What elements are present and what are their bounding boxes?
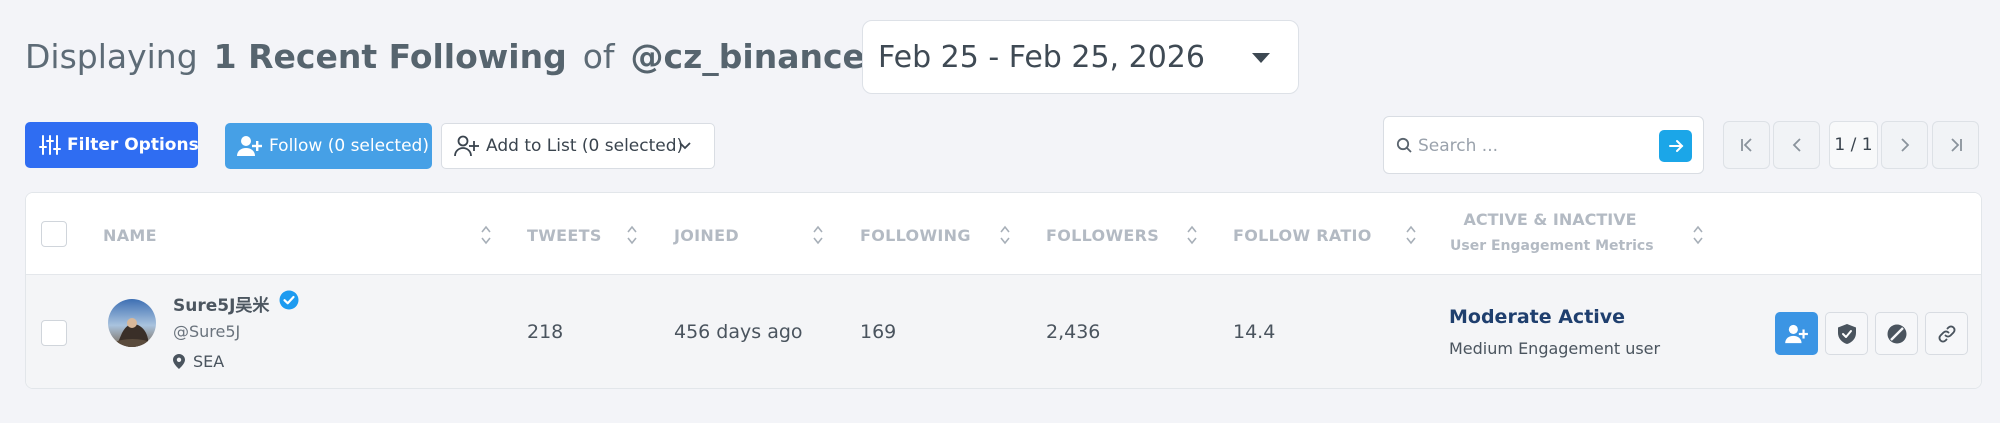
column-header-followers[interactable]: FOLLOWERS xyxy=(1046,226,1159,245)
follow-ratio-value: 14.4 xyxy=(1233,321,1276,343)
sort-icon[interactable] xyxy=(1186,224,1198,246)
first-page-icon xyxy=(1740,138,1752,152)
tweets-count: 218 xyxy=(527,321,564,343)
row-whitelist-button[interactable] xyxy=(1825,312,1868,355)
filter-options-label: Filter Options xyxy=(67,135,199,155)
row-follow-button[interactable] xyxy=(1775,312,1818,355)
first-page-button[interactable] xyxy=(1723,121,1770,169)
column-header-follow-ratio[interactable]: FOLLOW RATIO xyxy=(1233,226,1372,245)
arrow-right-icon xyxy=(1668,140,1683,152)
sliders-icon xyxy=(39,135,61,155)
column-header-name[interactable]: NAME xyxy=(103,226,157,245)
date-range-select[interactable]: Feb 25 - Feb 25, 2026 xyxy=(862,20,1299,94)
row-link-button[interactable] xyxy=(1925,312,1968,355)
search-input[interactable] xyxy=(1418,133,1648,159)
table-row: Sure5J吴米 @Sure5J SEA 218 456 days ago 16… xyxy=(26,275,1981,388)
user-location: SEA xyxy=(173,352,224,371)
headline-of: of xyxy=(582,36,615,76)
last-page-icon xyxy=(1950,138,1962,152)
page-indicator: 1 / 1 xyxy=(1829,121,1878,169)
page-headline: Displaying 1 Recent Following of @cz_bin… xyxy=(25,34,914,78)
filter-options-button[interactable]: Filter Options xyxy=(25,122,199,168)
caret-down-icon xyxy=(1252,53,1270,63)
last-page-button[interactable] xyxy=(1932,121,1979,169)
sort-icon[interactable] xyxy=(812,224,824,246)
account-handle: @cz_binance xyxy=(630,36,865,76)
date-range-value: Feb 25 - Feb 25, 2026 xyxy=(878,39,1205,75)
shield-check-icon xyxy=(1837,323,1856,344)
chevron-down-icon xyxy=(679,142,691,150)
follow-selected-label: Follow (0 selected) xyxy=(269,136,429,156)
sort-icon[interactable] xyxy=(626,224,638,246)
location-pin-icon xyxy=(173,354,185,369)
row-block-button[interactable] xyxy=(1875,312,1918,355)
activity-detail: Medium Engagement user xyxy=(1449,339,1661,358)
chevron-right-icon xyxy=(1900,138,1909,152)
following-count: 1 Recent Following xyxy=(213,36,567,76)
following-count-cell: 169 xyxy=(860,321,897,343)
table-header: NAME TWEETS JOINED FOLLOWING FOLLOWERS F… xyxy=(26,193,1981,275)
verified-badge-icon xyxy=(279,290,299,310)
column-header-joined[interactable]: JOINED xyxy=(674,226,739,245)
column-header-following[interactable]: FOLLOWING xyxy=(860,226,971,245)
headline-prefix: Displaying xyxy=(25,36,198,76)
followers-count: 2,436 xyxy=(1046,321,1101,343)
add-to-list-button[interactable]: Add to List (0 selected) xyxy=(441,123,715,169)
sort-icon[interactable] xyxy=(999,224,1011,246)
following-table: NAME TWEETS JOINED FOLLOWING FOLLOWERS F… xyxy=(25,192,1982,389)
search-box xyxy=(1383,116,1704,174)
user-handle: @Sure5J xyxy=(173,322,241,341)
avatar[interactable] xyxy=(108,299,156,347)
user-plus-icon xyxy=(237,136,262,156)
user-location-text: SEA xyxy=(193,352,225,371)
column-header-tweets[interactable]: TWEETS xyxy=(527,226,602,245)
sort-icon[interactable] xyxy=(1405,224,1417,246)
search-submit-button[interactable] xyxy=(1659,130,1692,162)
prev-page-button[interactable] xyxy=(1773,121,1820,169)
follow-selected-button[interactable]: Follow (0 selected) xyxy=(225,123,432,169)
add-to-list-label: Add to List (0 selected) xyxy=(486,136,684,156)
link-icon xyxy=(1938,325,1955,342)
user-plus-icon xyxy=(1784,324,1808,343)
next-page-button[interactable] xyxy=(1881,121,1928,169)
row-checkbox[interactable] xyxy=(41,320,67,346)
column-header-active-subtitle: User Engagement Metrics xyxy=(1450,238,1654,254)
column-header-active[interactable]: ACTIVE & INACTIVE xyxy=(1450,210,1650,229)
sort-icon[interactable] xyxy=(480,224,492,246)
user-plus-outline-icon xyxy=(454,135,479,157)
activity-status: Moderate Active xyxy=(1449,306,1626,328)
joined-value: 456 days ago xyxy=(674,321,803,343)
sort-icon[interactable] xyxy=(1692,224,1704,246)
chevron-left-icon xyxy=(1792,138,1801,152)
search-icon xyxy=(1396,137,1412,153)
user-name[interactable]: Sure5J吴米 xyxy=(173,291,269,316)
block-icon xyxy=(1887,324,1906,343)
select-all-checkbox[interactable] xyxy=(41,221,67,247)
